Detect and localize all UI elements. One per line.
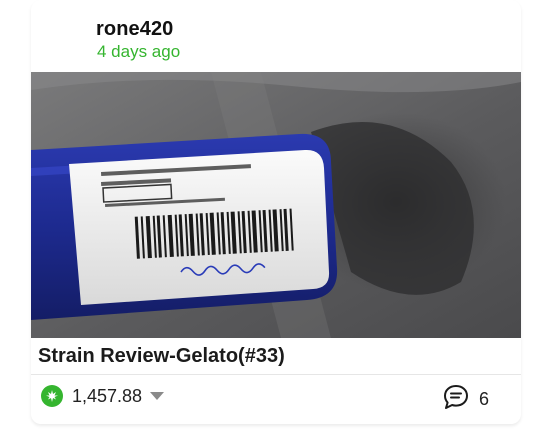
bottle-photo xyxy=(31,72,521,338)
leaf-icon[interactable] xyxy=(41,385,63,407)
author-name[interactable]: rone420 xyxy=(96,18,173,41)
footer-divider xyxy=(31,374,521,375)
vote-payout-button[interactable]: 1,457.88 xyxy=(41,384,165,408)
comment-bubble-icon[interactable] xyxy=(442,383,470,416)
post-timestamp: 4 days ago xyxy=(97,42,181,61)
post-image[interactable] xyxy=(31,72,521,338)
caret-down-icon[interactable] xyxy=(150,392,165,400)
comment-count: 6 xyxy=(479,389,490,409)
payout-amount: 1,457.88 xyxy=(72,385,143,406)
comments-button[interactable]: 6 xyxy=(442,383,489,416)
post-title[interactable]: Strain Review-Gelato(#33) xyxy=(38,345,285,368)
